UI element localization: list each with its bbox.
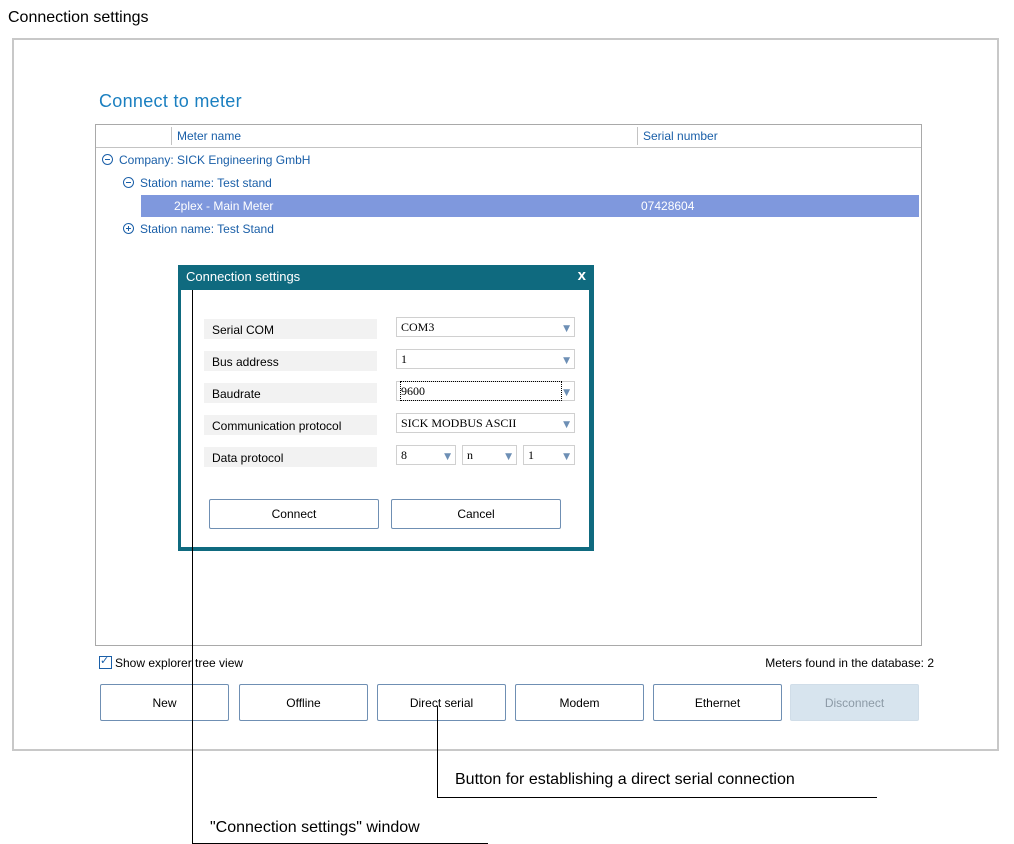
document-heading: Connection settings bbox=[8, 9, 149, 26]
baudrate-label: Baudrate bbox=[204, 383, 377, 403]
dialog-title: Connection settings bbox=[186, 269, 301, 284]
direct-serial-button[interactable]: Direct serial bbox=[377, 684, 506, 721]
column-separator[interactable] bbox=[171, 127, 172, 145]
new-button[interactable]: New bbox=[100, 684, 229, 721]
tree-row-station-test-stand[interactable]: Station name: Test stand bbox=[123, 172, 918, 194]
ethernet-button[interactable]: Ethernet bbox=[653, 684, 782, 721]
data-bits-value: 8 bbox=[401, 448, 407, 462]
stop-bits-value: 1 bbox=[528, 448, 534, 462]
chevron-down-icon: ▼ bbox=[563, 388, 570, 398]
bus-address-select[interactable]: 1 ▼ bbox=[396, 349, 575, 369]
company-label: Company: SICK Engineering GmbH bbox=[119, 153, 311, 167]
connection-settings-dialog: Connection settings x Serial COM COM3 ▼ B… bbox=[178, 265, 594, 551]
baudrate-select[interactable]: 9600 ▼ bbox=[396, 381, 575, 401]
callout-line bbox=[192, 290, 193, 844]
connect-button[interactable]: Connect bbox=[209, 499, 379, 529]
close-icon[interactable]: x bbox=[578, 267, 586, 284]
serial-com-value: COM3 bbox=[401, 320, 435, 334]
show-tree-view-checkbox[interactable] bbox=[99, 654, 112, 670]
parity-value: n bbox=[467, 448, 473, 462]
serial-com-label: Serial COM bbox=[204, 319, 377, 339]
column-separator[interactable] bbox=[637, 127, 638, 145]
offline-button[interactable]: Offline bbox=[239, 684, 368, 721]
meter-serial-number: 07428604 bbox=[641, 199, 695, 213]
callout-connection-settings-window: "Connection settings" window bbox=[210, 819, 420, 836]
callout-line bbox=[437, 706, 438, 797]
data-protocol-label: Data protocol bbox=[204, 447, 377, 467]
tree-row-company[interactable]: Company: SICK Engineering GmbH bbox=[102, 149, 917, 171]
bus-address-label: Bus address bbox=[204, 351, 377, 371]
station-label: Station name: Test stand bbox=[140, 176, 272, 190]
dialog-titlebar[interactable]: Connection settings x bbox=[178, 265, 594, 289]
baudrate-value: 9600 bbox=[400, 381, 562, 401]
callout-direct-serial: Button for establishing a direct serial … bbox=[455, 771, 795, 788]
parity-select[interactable]: n ▼ bbox=[462, 445, 517, 465]
page-title: Connect to meter bbox=[99, 91, 242, 111]
station-label: Station name: Test Stand bbox=[140, 222, 274, 236]
column-header-serial-number[interactable]: Serial number bbox=[643, 129, 718, 143]
collapse-icon[interactable] bbox=[123, 177, 134, 189]
column-header-meter-name[interactable]: Meter name bbox=[177, 129, 241, 143]
stop-bits-select[interactable]: 1 ▼ bbox=[523, 445, 575, 465]
expand-icon[interactable] bbox=[123, 223, 134, 235]
data-bits-select[interactable]: 8 ▼ bbox=[396, 445, 456, 465]
chevron-down-icon: ▼ bbox=[563, 324, 570, 334]
chevron-down-icon: ▼ bbox=[563, 420, 570, 430]
collapse-icon[interactable] bbox=[102, 154, 113, 166]
cancel-button[interactable]: Cancel bbox=[391, 499, 561, 529]
bus-address-value: 1 bbox=[401, 352, 407, 366]
communication-protocol-select[interactable]: SICK MODBUS ASCII ▼ bbox=[396, 413, 575, 433]
chevron-down-icon: ▼ bbox=[563, 356, 570, 366]
tree-row-station-test-stand-2[interactable]: Station name: Test Stand bbox=[123, 218, 918, 240]
modem-button[interactable]: Modem bbox=[515, 684, 644, 721]
show-tree-view-label: Show explorer tree view bbox=[115, 656, 244, 670]
serial-com-select[interactable]: COM3 ▼ bbox=[396, 317, 575, 337]
chevron-down-icon: ▼ bbox=[563, 452, 570, 462]
dialog-body: Serial COM COM3 ▼ Bus address 1 ▼ Baudrate… bbox=[181, 290, 589, 547]
tree-row-meter-selected[interactable]: 2plex - Main Meter 07428604 bbox=[141, 195, 919, 217]
table-header: Meter name Serial number bbox=[96, 125, 921, 148]
disconnect-button: Disconnect bbox=[790, 684, 919, 721]
communication-protocol-value: SICK MODBUS ASCII bbox=[401, 416, 517, 430]
show-explorer-tree-view[interactable]: Show explorer tree view bbox=[99, 654, 244, 670]
meters-found-status: Meters found in the database: 2 bbox=[765, 656, 934, 670]
communication-protocol-label: Communication protocol bbox=[204, 415, 377, 435]
callout-line bbox=[437, 797, 877, 798]
meter-name: 2plex - Main Meter bbox=[174, 199, 274, 213]
chevron-down-icon: ▼ bbox=[505, 452, 512, 462]
chevron-down-icon: ▼ bbox=[444, 452, 451, 462]
